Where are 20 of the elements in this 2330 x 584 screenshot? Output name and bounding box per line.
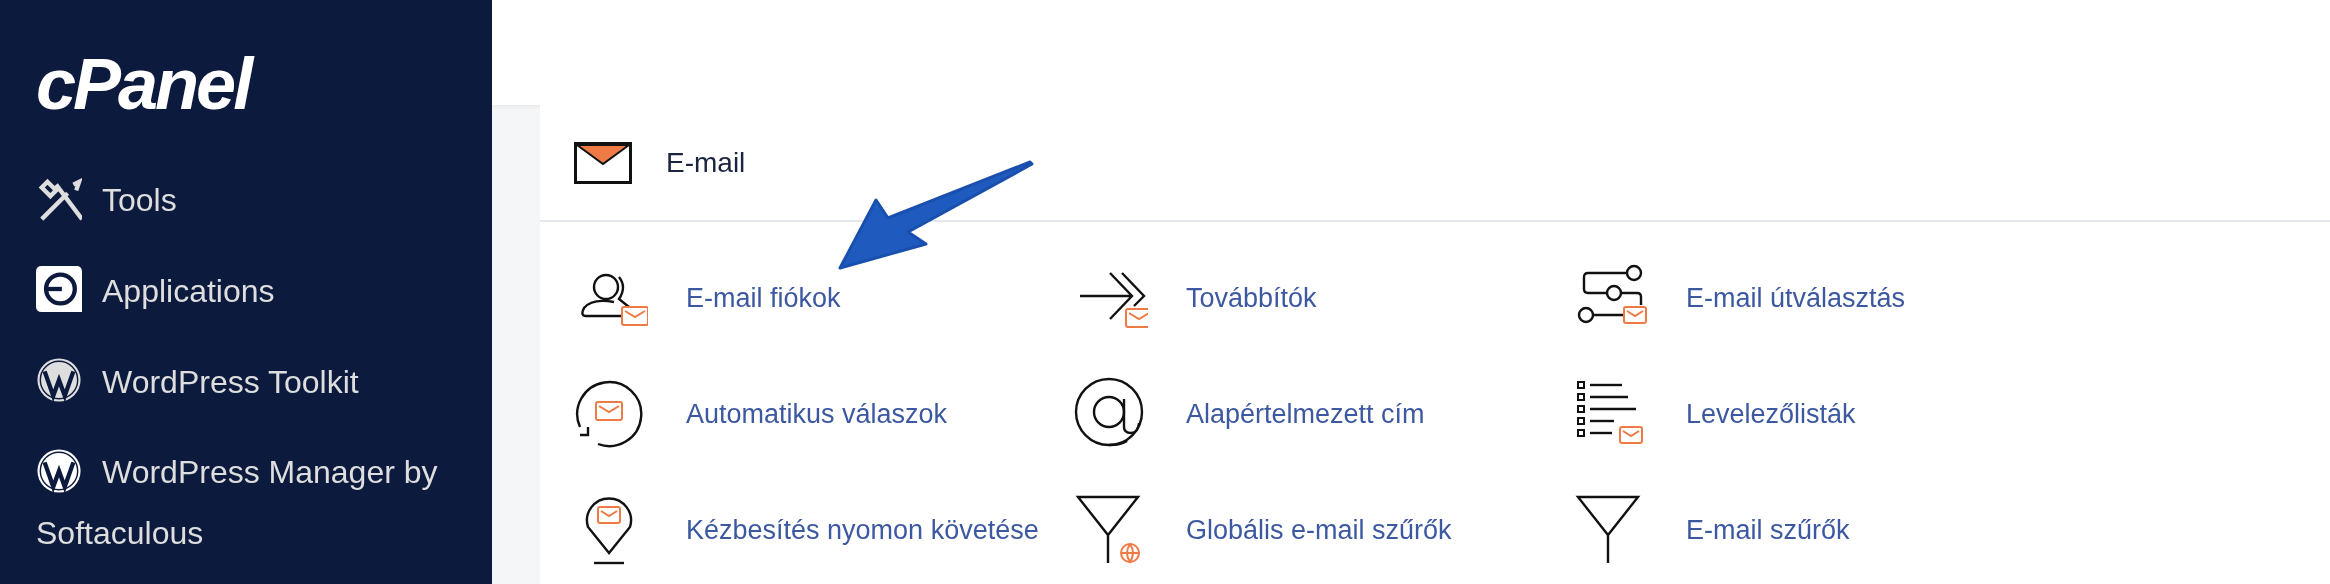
cpanel-logo[interactable]: cPanel [36,48,251,120]
email-tool-link[interactable]: E-mail szűrők [1574,472,1850,584]
envelope-icon [574,141,632,184]
email-tool-link[interactable]: E-mail fiókok [574,240,841,356]
tools-icon [36,175,82,222]
email-tool-link[interactable]: Kézbesítés nyomon követése [574,472,1039,584]
email-tool-link[interactable]: Továbbítók [1074,240,1317,356]
applications-icon [36,266,82,313]
sidebar-item[interactable]: WordPress Toolkit [36,351,359,413]
email-tool-link[interactable]: Globális e-mail szűrők [1074,472,1452,584]
sidebar-item[interactable]: WordPress Manager by Softaculous [36,442,476,564]
email-tool-link[interactable]: Levelezőlisták [1574,356,1856,472]
sidebar-item[interactable]: Applications [36,260,275,322]
sidebar-item[interactable]: Tools [36,170,177,231]
email-tool-link[interactable]: E-mail útválasztás [1574,240,1906,356]
section-title: E-mail [666,146,746,179]
wordpress-icon [36,357,82,404]
wordpress-icon [36,447,82,494]
email-tool-link[interactable]: Automatikus válaszok [574,356,948,472]
email-tool-link[interactable]: Alapértelmezett cím [1074,356,1425,472]
